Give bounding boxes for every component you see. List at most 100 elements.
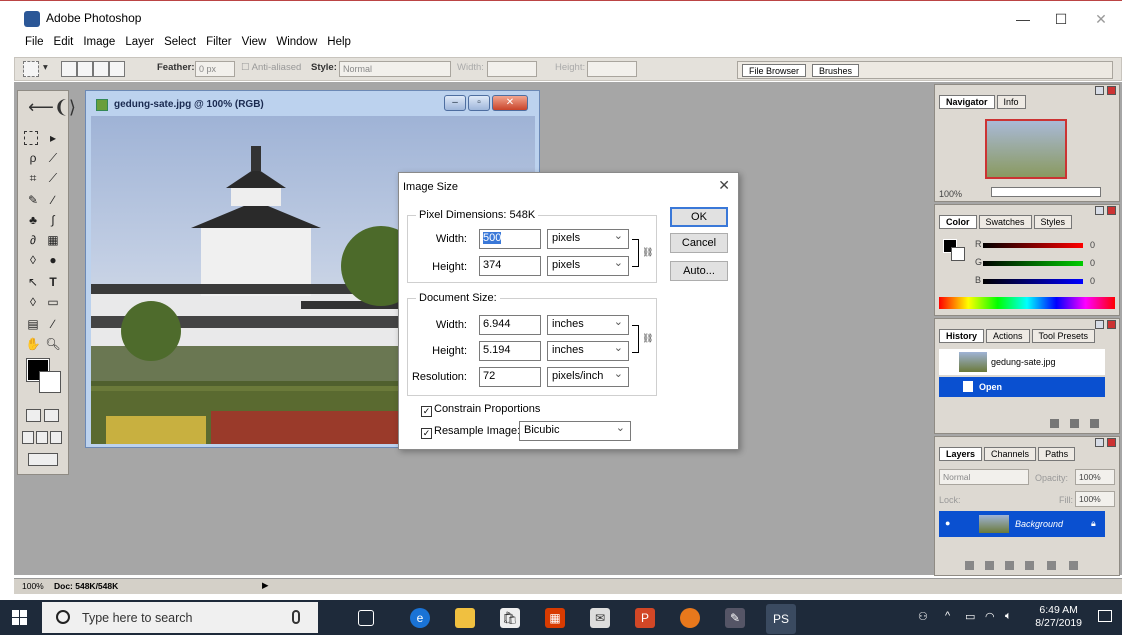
color-ramp[interactable]: [939, 297, 1115, 309]
adjustment-layer-icon[interactable]: [1025, 561, 1034, 570]
green-value[interactable]: 0: [1090, 258, 1095, 268]
history-minimize-icon[interactable]: [1095, 320, 1104, 329]
windows-start-icon[interactable]: [12, 610, 27, 625]
blue-value[interactable]: 0: [1090, 276, 1095, 286]
quick-mask-mode-icon[interactable]: [44, 409, 59, 422]
crop-tool-icon[interactable]: ⌗: [24, 169, 42, 187]
standard-mode-icon[interactable]: [26, 409, 41, 422]
taskbar-clock[interactable]: 6:49 AM 8/27/2019: [1035, 604, 1082, 630]
paint-icon[interactable]: ✎: [725, 608, 745, 628]
layer-style-icon[interactable]: [965, 561, 974, 570]
preset-chevron-icon[interactable]: ▾: [43, 62, 48, 73]
red-slider[interactable]: [983, 243, 1083, 248]
gradient-tool-icon[interactable]: ▦: [44, 231, 62, 249]
pixel-width-unit-select[interactable]: pixels: [547, 229, 629, 249]
file-browser-tab[interactable]: File Browser: [742, 64, 807, 77]
path-selection-tool-icon[interactable]: ↖: [24, 273, 42, 291]
menu-help[interactable]: Help: [322, 36, 356, 54]
lasso-tool-icon[interactable]: ρ: [24, 149, 42, 167]
wifi-icon[interactable]: ◠: [985, 610, 995, 623]
navigator-close-icon[interactable]: [1107, 86, 1116, 95]
volume-icon[interactable]: 🔈︎: [1005, 610, 1012, 623]
photoshop-feather-icon[interactable]: ⟵❨⟩: [28, 97, 76, 118]
layers-tab[interactable]: Layers: [939, 447, 983, 461]
blue-slider[interactable]: [983, 279, 1083, 284]
healing-brush-tool-icon[interactable]: ✎: [24, 191, 42, 209]
notification-center-icon[interactable]: [1098, 610, 1112, 622]
fill-input[interactable]: 100%: [1075, 491, 1115, 507]
edge-browser-icon[interactable]: e: [410, 608, 430, 628]
style-select[interactable]: Normal: [339, 61, 451, 77]
red-value[interactable]: 0: [1090, 240, 1095, 250]
firefox-icon[interactable]: [680, 608, 700, 628]
doc-width-unit-select[interactable]: inches: [547, 315, 629, 335]
history-trash-icon[interactable]: [1090, 419, 1099, 428]
zoom-tool-icon[interactable]: 🔍︎: [44, 335, 62, 353]
color-tab[interactable]: Color: [939, 215, 977, 229]
opacity-input[interactable]: 100%: [1075, 469, 1115, 485]
powerpoint-icon[interactable]: P: [635, 608, 655, 628]
screen-mode-full-icon[interactable]: [50, 431, 62, 444]
layers-close-icon[interactable]: [1107, 438, 1116, 447]
menu-select[interactable]: Select: [159, 36, 201, 54]
layer-set-icon[interactable]: [1005, 561, 1014, 570]
new-selection-icon[interactable]: [61, 61, 77, 77]
dialog-close-icon[interactable]: ✕: [718, 177, 730, 194]
height-input[interactable]: [587, 61, 637, 77]
hand-tool-icon[interactable]: ✋: [24, 335, 42, 353]
status-zoom[interactable]: 100%: [22, 581, 44, 591]
auto-button[interactable]: Auto...: [670, 261, 728, 281]
slice-tool-icon[interactable]: ⟋: [44, 169, 62, 187]
color-minimize-icon[interactable]: [1095, 206, 1104, 215]
ok-button[interactable]: OK: [670, 207, 728, 227]
background-color-swatch[interactable]: [39, 371, 61, 393]
pixel-height-unit-select[interactable]: pixels: [547, 256, 629, 276]
subtract-selection-icon[interactable]: [93, 61, 109, 77]
screen-mode-full-menu-icon[interactable]: [36, 431, 48, 444]
paths-tab[interactable]: Paths: [1038, 447, 1076, 461]
resolution-input[interactable]: 72: [479, 367, 541, 387]
marquee-tool-preset-icon[interactable]: [23, 61, 39, 77]
doc-minimize-button[interactable]: –: [444, 95, 466, 111]
jump-to-imageready-icon[interactable]: [28, 453, 58, 466]
brush-tool-icon[interactable]: ∕: [44, 191, 62, 209]
status-menu-arrow-icon[interactable]: ▶: [262, 580, 269, 591]
navigator-tab[interactable]: Navigator: [939, 95, 995, 109]
color-bg-swatch[interactable]: [951, 247, 965, 261]
new-document-from-state-icon[interactable]: [1070, 419, 1079, 428]
menu-edit[interactable]: Edit: [49, 36, 79, 54]
info-tab[interactable]: Info: [996, 95, 1026, 109]
delete-layer-icon[interactable]: [1069, 561, 1078, 570]
eyedropper-tool-icon[interactable]: ∕: [44, 315, 62, 333]
screen-mode-standard-icon[interactable]: [22, 431, 34, 444]
resample-image-checkbox[interactable]: ✓ Resample Image:: [421, 425, 520, 439]
blend-mode-select[interactable]: Normal: [939, 469, 1029, 485]
marquee-tool-icon[interactable]: [24, 131, 38, 145]
history-tab[interactable]: History: [939, 329, 985, 343]
photoshop-taskbar-icon[interactable]: PS: [766, 604, 796, 634]
history-brush-tool-icon[interactable]: ∫: [44, 211, 62, 229]
new-snapshot-icon[interactable]: [1050, 419, 1059, 428]
doc-height-input[interactable]: 5.194: [479, 341, 541, 361]
channels-tab[interactable]: Channels: [984, 447, 1037, 461]
doc-width-input[interactable]: 6.944: [479, 315, 541, 335]
layers-minimize-icon[interactable]: [1095, 438, 1104, 447]
pixel-width-input[interactable]: 500: [479, 229, 541, 249]
feather-input[interactable]: 0 px: [195, 61, 235, 77]
menu-view[interactable]: View: [237, 36, 272, 54]
history-snapshot-row[interactable]: gedung-sate.jpg: [939, 349, 1105, 375]
width-input[interactable]: [487, 61, 537, 77]
constrain-proportions-checkbox[interactable]: ✓ Constrain Proportions: [421, 403, 540, 417]
new-layer-icon[interactable]: [1047, 561, 1056, 570]
shape-tool-icon[interactable]: ▭: [44, 293, 62, 311]
menu-layer[interactable]: Layer: [120, 36, 159, 54]
layer-visibility-eye-icon[interactable]: ●: [945, 518, 950, 528]
doc-maximize-button[interactable]: ▫: [468, 95, 490, 111]
people-icon[interactable]: ⚇: [918, 610, 928, 623]
file-explorer-icon[interactable]: [455, 608, 475, 628]
office-icon[interactable]: ▦: [545, 608, 565, 628]
pixel-height-input[interactable]: 374: [479, 256, 541, 276]
history-state-row[interactable]: Open: [939, 377, 1105, 397]
navigator-zoom-value[interactable]: 100%: [939, 189, 962, 199]
eraser-tool-icon[interactable]: ∂: [24, 231, 42, 249]
